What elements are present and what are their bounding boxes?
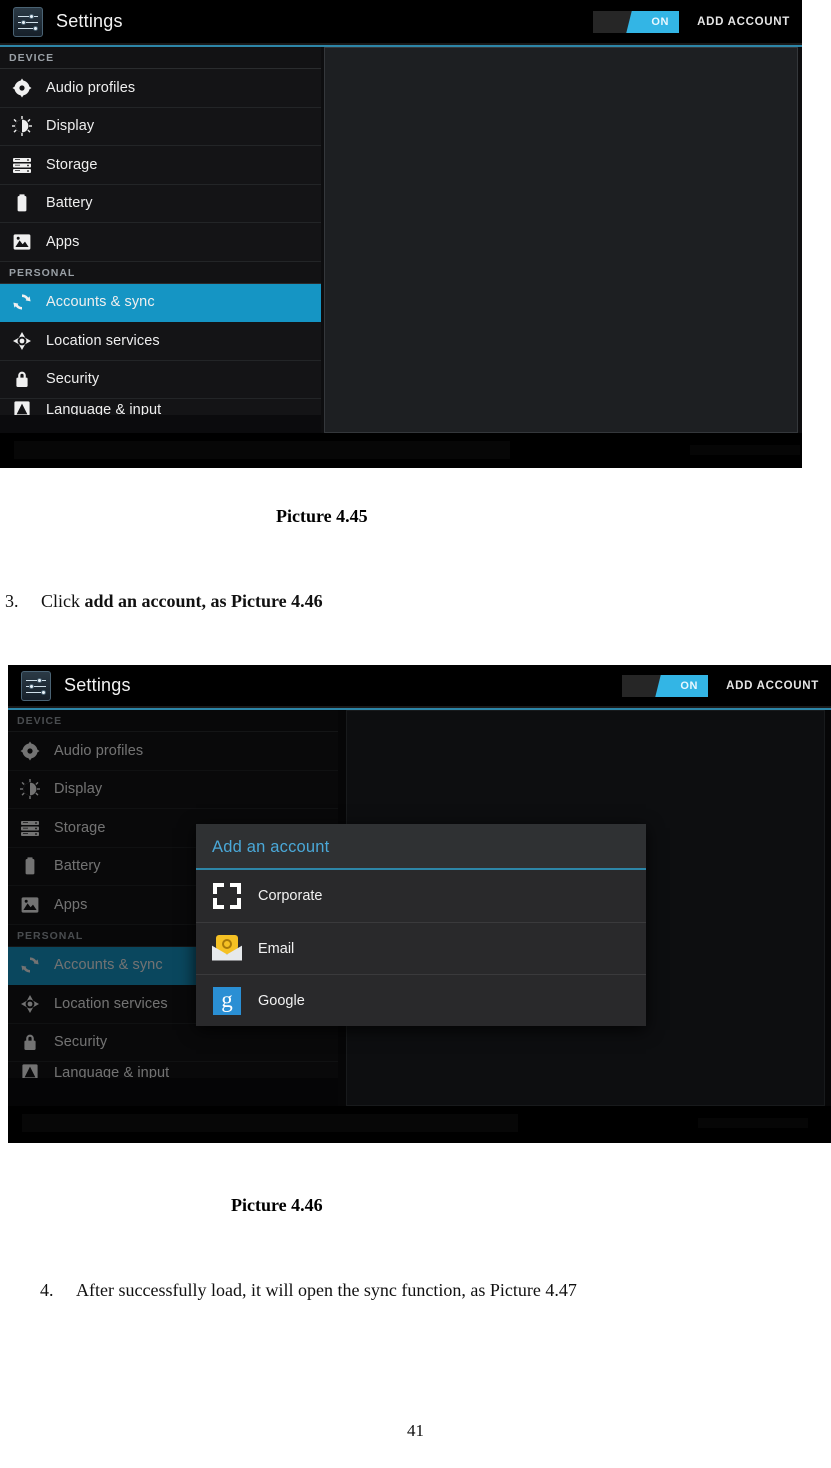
dialog-option-label: Google xyxy=(258,992,305,1009)
audio-profiles-icon xyxy=(12,78,32,98)
sidebar-item-label: Security xyxy=(46,371,100,388)
accounts-sync-toggle[interactable]: ON xyxy=(622,674,709,697)
figure-caption-1: Picture 4.45 xyxy=(276,506,368,526)
sidebar-item-audio-profiles[interactable]: Audio profiles xyxy=(0,69,321,108)
sync-icon xyxy=(12,292,32,312)
storage-icon xyxy=(12,155,32,175)
google-icon: g xyxy=(212,986,242,1016)
settings-body: DEVICE Audio profiles Display Storage xyxy=(0,47,802,433)
sidebar-item-accounts-sync[interactable]: Accounts & sync xyxy=(0,283,321,322)
toggle-state-label: ON xyxy=(680,679,699,692)
step-4-text: 4. After successfully load, it will open … xyxy=(40,1280,577,1301)
sidebar-item-label: Language & input xyxy=(46,402,162,415)
accounts-sync-toggle[interactable]: ON xyxy=(593,10,680,33)
action-bar-right: ON ADD ACCOUNT xyxy=(622,674,831,697)
settings-sliders-icon xyxy=(13,6,43,37)
sidebar-item-label: Storage xyxy=(46,156,98,173)
add-account-button[interactable]: ADD ACCOUNT xyxy=(726,680,819,692)
step-4-plain: After successfully load, it will open th… xyxy=(76,1280,577,1300)
sidebar-item-label: Location services xyxy=(46,332,160,349)
location-icon xyxy=(12,331,32,351)
sidebar-item-battery[interactable]: Battery xyxy=(0,184,321,223)
add-account-dialog: Add an account Corporate Email g Google xyxy=(196,824,646,1026)
navbar-strip-right xyxy=(698,1118,808,1128)
settings-body: DEVICE Audio profiles Display Storage xyxy=(8,710,831,1106)
email-icon xyxy=(212,934,242,964)
action-bar-right: ON ADD ACCOUNT xyxy=(593,10,802,33)
display-icon xyxy=(12,116,32,137)
action-bar: Settings ON ADD ACCOUNT xyxy=(8,665,831,708)
dialog-option-label: Email xyxy=(258,940,295,957)
android-screenshot-add-account-dialog: Settings ON ADD ACCOUNT DEVICE Audio pro… xyxy=(8,665,831,1143)
settings-sliders-icon xyxy=(21,670,51,701)
settings-sidebar: DEVICE Audio profiles Display Storage xyxy=(0,47,321,433)
navbar-strip-left xyxy=(14,441,510,459)
dialog-option-corporate[interactable]: Corporate xyxy=(196,870,646,922)
android-screenshot-settings-accounts: Settings ON ADD ACCOUNT DEVICE Audio pro… xyxy=(0,0,802,468)
sidebar-item-security[interactable]: Security xyxy=(0,360,321,399)
step-3-number: 3. xyxy=(5,591,19,611)
navbar-strip-right xyxy=(690,445,800,455)
sidebar-item-language-input[interactable]: Language & input xyxy=(0,399,321,415)
battery-icon xyxy=(12,193,32,213)
toggle-state-label: ON xyxy=(651,15,670,28)
dialog-option-email[interactable]: Email xyxy=(196,922,646,974)
action-bar: Settings ON ADD ACCOUNT xyxy=(0,0,802,45)
google-glyph: g xyxy=(221,987,233,1012)
corporate-icon xyxy=(212,881,242,911)
step-4-number: 4. xyxy=(40,1280,54,1300)
system-navigation-bar xyxy=(0,433,802,468)
language-icon xyxy=(12,399,32,415)
system-navigation-bar xyxy=(8,1106,831,1143)
dialog-title: Add an account xyxy=(196,824,646,870)
page-number: 41 xyxy=(407,1421,424,1440)
lock-icon xyxy=(12,369,32,389)
sidebar-item-apps[interactable]: Apps xyxy=(0,223,321,262)
sidebar-item-label: Audio profiles xyxy=(46,79,136,96)
sidebar-item-label: Apps xyxy=(46,233,80,250)
sidebar-item-display[interactable]: Display xyxy=(0,107,321,146)
navbar-strip-left xyxy=(22,1114,518,1132)
app-title: Settings xyxy=(64,675,131,695)
step-3-text: 3. Click add an account, as Picture 4.46 xyxy=(5,591,323,612)
sidebar-item-location-services[interactable]: Location services xyxy=(0,322,321,361)
group-header-device: DEVICE xyxy=(0,47,321,69)
dialog-option-list: Corporate Email g Google xyxy=(196,870,646,1026)
sidebar-item-label: Battery xyxy=(46,195,93,212)
step-3-bold: add an account, as Picture 4.46 xyxy=(84,591,323,611)
sidebar-item-label: Accounts & sync xyxy=(46,294,155,311)
dialog-option-google[interactable]: g Google xyxy=(196,974,646,1026)
add-account-button[interactable]: ADD ACCOUNT xyxy=(697,16,790,28)
dialog-option-label: Corporate xyxy=(258,888,323,904)
step-3-plain: Click xyxy=(41,591,85,611)
app-title: Settings xyxy=(56,11,123,31)
sidebar-item-storage[interactable]: Storage xyxy=(0,146,321,185)
accounts-content-pane xyxy=(324,47,798,433)
sidebar-item-label: Display xyxy=(46,118,95,135)
figure-caption-2: Picture 4.46 xyxy=(231,1195,323,1215)
group-header-personal: PERSONAL xyxy=(0,261,321,284)
apps-icon xyxy=(12,232,32,252)
